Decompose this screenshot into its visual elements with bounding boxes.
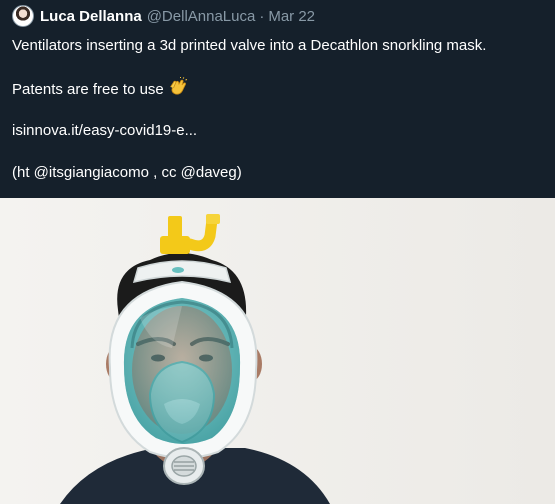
tweet-card[interactable]: Luca Dellanna @DellAnnaLuca · Mar 22 Ven… [0, 0, 555, 504]
author-handle[interactable]: @DellAnnaLuca [147, 8, 256, 25]
separator-dot: · [259, 7, 265, 25]
clapping-hands-icon [168, 77, 188, 102]
tweet-text-line: (ht @itsgiangiacomo , cc @daveg) [12, 164, 242, 181]
avatar[interactable] [12, 5, 34, 27]
tweet-text-segment: Patents are free to use [12, 81, 164, 98]
tweet-text-line: Patents are free to use [12, 77, 188, 102]
tweet-text-line: Ventilators inserting a 3d printed valve… [12, 37, 487, 54]
tweet-date[interactable]: Mar 22 [268, 8, 315, 25]
tweet-header: Luca Dellanna @DellAnnaLuca · Mar 22 [12, 5, 315, 27]
tweet-link[interactable]: isinnova.it/easy-covid19-e... [12, 121, 197, 140]
author-name[interactable]: Luca Dellanna [40, 8, 142, 25]
photo-illustration [0, 198, 555, 504]
tweet-photo[interactable] [0, 198, 555, 504]
